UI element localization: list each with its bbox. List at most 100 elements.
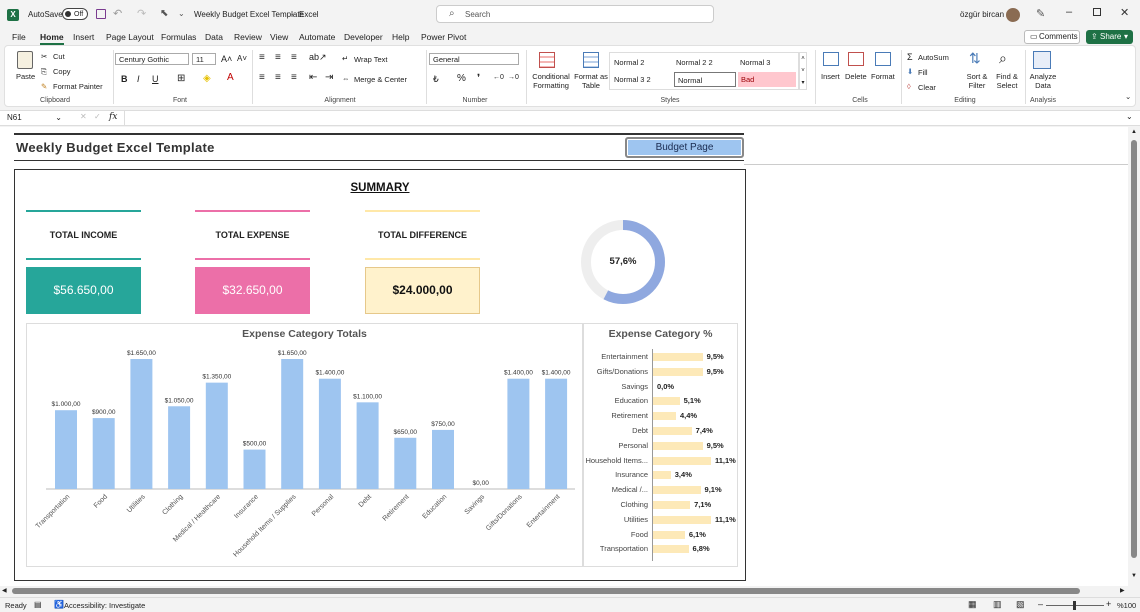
share-button[interactable]: ⇪ Share ▾ (1086, 30, 1133, 44)
fill-button[interactable]: Fill (918, 68, 928, 77)
number-format-select[interactable]: General (429, 53, 519, 65)
increase-indent-icon[interactable]: ⇥ (325, 72, 333, 83)
user-name[interactable]: özgür bircan (960, 0, 1004, 30)
align-middle-icon[interactable]: ≡ (275, 52, 281, 63)
font-color-icon[interactable]: A (227, 72, 234, 83)
enter-icon[interactable]: ✓ (94, 112, 101, 121)
save-icon[interactable] (96, 9, 106, 19)
sort-filter-button[interactable]: Sort & Filter (963, 72, 991, 90)
vertical-scrollbar[interactable]: ▲ ▼ (1128, 127, 1140, 586)
tab-power-pivot[interactable]: Power Pivot (421, 32, 466, 42)
conditional-formatting-button[interactable]: Conditional Formatting (529, 72, 573, 90)
style-normal[interactable]: Normal (674, 72, 736, 87)
budget-page-button[interactable]: Budget Page (625, 137, 744, 158)
fill-color-icon[interactable]: ◈ (203, 73, 211, 84)
orientation-icon[interactable]: ab↗ (309, 52, 327, 63)
name-box[interactable]: N61 ⌄ (4, 112, 64, 124)
tab-data[interactable]: Data (205, 32, 223, 42)
redo-icon[interactable]: ↷ (137, 7, 146, 20)
clear-button[interactable]: Clear (918, 83, 936, 92)
tab-help[interactable]: Help (392, 32, 409, 42)
format-painter-button[interactable]: Format Painter (53, 82, 103, 91)
collapse-ribbon-icon[interactable]: ⌄ (1125, 92, 1131, 101)
cancel-icon[interactable]: ✕ (80, 112, 87, 121)
function-icon[interactable]: fx (109, 112, 117, 122)
align-right-icon[interactable]: ≡ (291, 72, 297, 83)
zoom-slider[interactable] (1046, 601, 1104, 610)
delete-cells-button[interactable]: Delete (845, 72, 867, 81)
style-normal-3-2[interactable]: Normal 3 2 (614, 75, 651, 84)
italic-icon[interactable]: I (137, 74, 140, 84)
insert-cells-button[interactable]: Insert (821, 72, 840, 81)
autosum-button[interactable]: AutoSum (918, 53, 949, 62)
paste-icon[interactable] (17, 51, 33, 69)
paste-button[interactable]: Paste (16, 72, 35, 81)
decrease-decimal-icon[interactable]: →0 (508, 74, 519, 81)
tab-view[interactable]: View (270, 32, 288, 42)
touch-mode-icon[interactable]: ⬉ (160, 8, 168, 19)
decrease-font-icon[interactable]: A˅ (237, 54, 247, 63)
normal-view-icon[interactable]: ▦ (968, 599, 977, 610)
scroll-up-icon[interactable]: ▲ (1131, 129, 1137, 135)
page-layout-view-icon[interactable]: ▥ (993, 599, 1002, 610)
cut-button[interactable]: Cut (53, 52, 65, 61)
zoom-out-icon[interactable]: – (1038, 599, 1043, 609)
tab-insert[interactable]: Insert (73, 32, 94, 42)
tab-automate[interactable]: Automate (299, 32, 335, 42)
format-as-table-button[interactable]: Format as Table (571, 72, 611, 90)
scroll-left-icon[interactable]: ◀ (2, 587, 7, 594)
page-break-view-icon[interactable]: ▧ (1016, 599, 1025, 610)
copy-button[interactable]: Copy (53, 67, 71, 76)
style-normal-3[interactable]: Normal 3 (740, 58, 770, 67)
tab-formulas[interactable]: Formulas (161, 32, 196, 42)
align-left-icon[interactable]: ≡ (259, 72, 265, 83)
style-normal-2-2[interactable]: Normal 2 2 (676, 58, 713, 67)
analyze-data-button[interactable]: Analyze Data (1027, 72, 1059, 90)
scroll-thumb[interactable] (1131, 140, 1137, 558)
font-name-select[interactable]: Century Gothic (115, 53, 189, 65)
align-top-icon[interactable]: ≡ (259, 52, 265, 63)
decrease-indent-icon[interactable]: ⇤ (309, 72, 317, 83)
merge-center-button[interactable]: Merge & Center (354, 75, 407, 84)
avatar[interactable] (1006, 8, 1020, 22)
accessibility-status[interactable]: Accessibility: Investigate (64, 601, 145, 610)
formula-input[interactable] (124, 111, 1124, 125)
scroll-right-icon[interactable]: ▶ (1120, 587, 1125, 594)
tab-developer[interactable]: Developer (344, 32, 383, 42)
tab-review[interactable]: Review (234, 32, 262, 42)
underline-icon[interactable]: U (152, 74, 159, 84)
tab-home[interactable]: Home (40, 32, 64, 45)
increase-font-icon[interactable]: A˄ (221, 54, 232, 64)
tab-file[interactable]: File (12, 32, 26, 42)
comma-icon[interactable]: ❜ (477, 73, 480, 84)
align-center-icon[interactable]: ≡ (275, 72, 281, 83)
maximize-icon[interactable] (1093, 8, 1101, 16)
horizontal-scrollbar[interactable]: ◀ ▶ (0, 586, 1140, 597)
style-normal-2[interactable]: Normal 2 (614, 58, 644, 67)
find-select-button[interactable]: Find & Select (993, 72, 1021, 90)
undo-icon[interactable]: ↶ (113, 7, 122, 20)
pen-icon[interactable]: ✎ (1036, 7, 1045, 20)
scroll-down-icon[interactable]: ▼ (1131, 573, 1137, 579)
style-bad[interactable]: Bad (738, 72, 796, 87)
font-size-select[interactable]: 11 (192, 53, 216, 65)
customize-qat-icon[interactable]: ⌄ (178, 9, 185, 18)
zoom-level[interactable]: %100 (1117, 601, 1136, 610)
search-box[interactable]: ⌕ Search (436, 5, 714, 23)
zoom-slider-thumb[interactable] (1073, 601, 1076, 610)
increase-decimal-icon[interactable]: ←0 (493, 74, 504, 81)
comments-button[interactable]: ▭ Comments (1024, 30, 1080, 44)
minimize-icon[interactable]: – (1066, 6, 1072, 18)
styles-scroll[interactable]: ˄ ˅ ▾ (799, 52, 807, 90)
close-icon[interactable]: ✕ (1120, 6, 1129, 19)
borders-icon[interactable]: ⊞ (177, 73, 185, 84)
align-bottom-icon[interactable]: ≡ (291, 52, 297, 63)
wrap-text-button[interactable]: Wrap Text (354, 55, 388, 64)
macro-record-icon[interactable]: ▤ (34, 600, 42, 609)
zoom-in-icon[interactable]: + (1106, 599, 1111, 609)
format-cells-button[interactable]: Format (871, 72, 895, 81)
bold-icon[interactable]: B (121, 74, 128, 84)
percent-icon[interactable]: % (457, 73, 466, 84)
autosave-toggle[interactable]: Off (62, 8, 88, 20)
expand-formula-icon[interactable]: ⌄ (1126, 112, 1133, 121)
